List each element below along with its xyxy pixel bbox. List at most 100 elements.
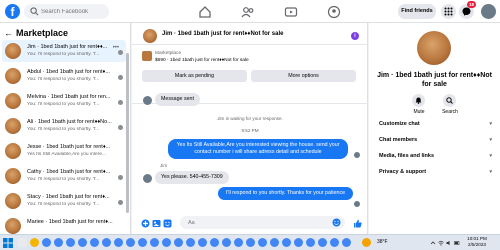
search-box[interactable]: [24, 4, 109, 19]
section-label: Chat members: [379, 137, 418, 143]
chrome-icon[interactable]: [174, 238, 183, 247]
emoji-icon[interactable]: [332, 218, 341, 227]
chrome-icon[interactable]: [234, 238, 243, 247]
seen-avatar: [118, 75, 123, 80]
search-input[interactable]: [41, 4, 107, 19]
conversation-item[interactable]: Cathy · 1bed 1bath just for rent♦... You…: [2, 165, 126, 187]
weather-temperature[interactable]: 38°F: [377, 239, 388, 245]
conversation-item[interactable]: Jim · 1bed 1bath just for rent♦♦... You:…: [2, 40, 126, 62]
watch-icon[interactable]: [284, 5, 298, 19]
customize-chat-section[interactable]: Customize chat ▾: [379, 118, 492, 130]
message-bubble-outgoing: Yes Its Still Available,Are you interest…: [168, 139, 348, 159]
message-input-box[interactable]: [180, 216, 345, 229]
wifi-icon[interactable]: [438, 240, 444, 246]
message-input[interactable]: [188, 216, 328, 229]
privacy-support-section[interactable]: Privacy & support ▾: [379, 166, 492, 178]
listing-price[interactable]: $690 · 1bed 1bath just for rent♦♦Not for…: [155, 58, 249, 63]
chrome-icon[interactable]: [102, 238, 111, 247]
chrome-icon[interactable]: [138, 238, 147, 247]
battery-icon[interactable]: [454, 240, 460, 246]
windows-start-icon[interactable]: [3, 238, 13, 248]
thumbs-up-icon[interactable]: [353, 219, 362, 228]
magnifier-icon: [446, 97, 453, 104]
info-icon[interactable]: i: [351, 32, 359, 40]
taskbar-app-icon[interactable]: [30, 238, 39, 247]
read-receipt-avatar: [354, 152, 360, 158]
chat-members-section[interactable]: Chat members ▾: [379, 134, 492, 146]
chevron-down-icon: ▾: [489, 121, 492, 127]
weather-icon[interactable]: [362, 238, 371, 247]
conversation-item[interactable]: Stacy · 1bed 1bath just for rent♦... You…: [2, 190, 126, 212]
scrollbar[interactable]: [126, 53, 129, 213]
grid-menu-icon: [444, 7, 453, 16]
listing-thumbnail: [5, 68, 21, 84]
chrome-icon[interactable]: [342, 238, 351, 247]
mute-button[interactable]: Mute: [404, 94, 434, 118]
listing-thumbnail: [5, 168, 21, 184]
chrome-icon[interactable]: [90, 238, 99, 247]
chrome-icon[interactable]: [222, 238, 231, 247]
listing-profile-image[interactable]: [417, 31, 451, 65]
speaker-icon[interactable]: [446, 240, 452, 246]
chrome-icon[interactable]: [126, 238, 135, 247]
message-bubble-incoming: Message sent: [155, 93, 200, 106]
chrome-icon[interactable]: [198, 238, 207, 247]
taskbar-search-icon[interactable]: [18, 238, 27, 247]
conversation-item[interactable]: Jesse · 1bed 1bath just for rent♦... Yes…: [2, 140, 126, 162]
system-clock[interactable]: 10:01 PM 2/5/2023: [462, 236, 492, 248]
messenger-icon: [462, 7, 471, 16]
sticker-icon[interactable]: [163, 219, 172, 228]
chrome-icon[interactable]: [330, 238, 339, 247]
chrome-icon[interactable]: [210, 238, 219, 247]
chrome-icon[interactable]: [66, 238, 75, 247]
chrome-icon[interactable]: [78, 238, 87, 247]
chrome-icon[interactable]: [318, 238, 327, 247]
mute-label: Mute: [413, 109, 425, 115]
conversation-item[interactable]: Melvina · 1bed 1bath just for ren... You…: [2, 90, 126, 112]
conversation-preview: You: I'll respond to you shortly. T...: [27, 177, 100, 182]
chrome-icon[interactable]: [270, 238, 279, 247]
groups-icon[interactable]: [327, 5, 341, 19]
chrome-icon[interactable]: [258, 238, 267, 247]
seen-avatar: [118, 200, 123, 205]
chat-listing-thumbnail[interactable]: [143, 29, 157, 43]
more-options-button[interactable]: More options: [251, 70, 356, 82]
chrome-icon[interactable]: [246, 238, 255, 247]
chrome-icon[interactable]: [306, 238, 315, 247]
section-label: Privacy & support: [379, 169, 427, 175]
listing-image[interactable]: [142, 51, 152, 61]
section-label: Customize chat: [379, 121, 420, 127]
chat-title[interactable]: Jim · 1bed 1bath just for rent♦♦Not for …: [162, 31, 283, 37]
mute-circle: [412, 94, 425, 107]
back-arrow-icon[interactable]: ←: [4, 27, 13, 39]
chrome-icon[interactable]: [54, 238, 63, 247]
chevron-up-icon[interactable]: [430, 240, 436, 246]
mark-as-pending-button[interactable]: Mark as pending: [142, 70, 247, 82]
chrome-icon[interactable]: [186, 238, 195, 247]
menu-button[interactable]: [441, 4, 456, 19]
chrome-icon[interactable]: [282, 238, 291, 247]
chrome-icon[interactable]: [150, 238, 159, 247]
find-friends-button[interactable]: Find friends: [398, 4, 436, 19]
message-composer: [132, 212, 368, 234]
search-in-conversation-button[interactable]: Search: [435, 94, 465, 118]
friends-icon[interactable]: [241, 5, 255, 19]
conversation-item[interactable]: Ali · 1bed 1bath just for rent♦♦No... Yo…: [2, 115, 126, 137]
listing-thumbnail: [5, 93, 21, 109]
facebook-logo[interactable]: f: [5, 4, 20, 19]
profile-avatar[interactable]: [481, 4, 496, 19]
conversation-item[interactable]: Abdul · 1bed 1bath just for rent♦... You…: [2, 65, 126, 87]
chrome-icon[interactable]: [114, 238, 123, 247]
contact-avatar: [143, 96, 152, 105]
windows-taskbar: 38°F 10:01 PM 2/5/2023: [0, 234, 500, 250]
chrome-icon[interactable]: [42, 238, 51, 247]
listing-source-label: Marketplace: [155, 51, 182, 56]
chrome-icon[interactable]: [294, 238, 303, 247]
search-icon: [30, 7, 39, 16]
listing-thumbnail: [5, 143, 21, 159]
chrome-icon[interactable]: [162, 238, 171, 247]
media-files-links-section[interactable]: Media, files and links ▾: [379, 150, 492, 162]
plus-circle-icon[interactable]: [141, 219, 150, 228]
image-icon[interactable]: [152, 219, 161, 228]
home-icon[interactable]: [198, 5, 212, 19]
